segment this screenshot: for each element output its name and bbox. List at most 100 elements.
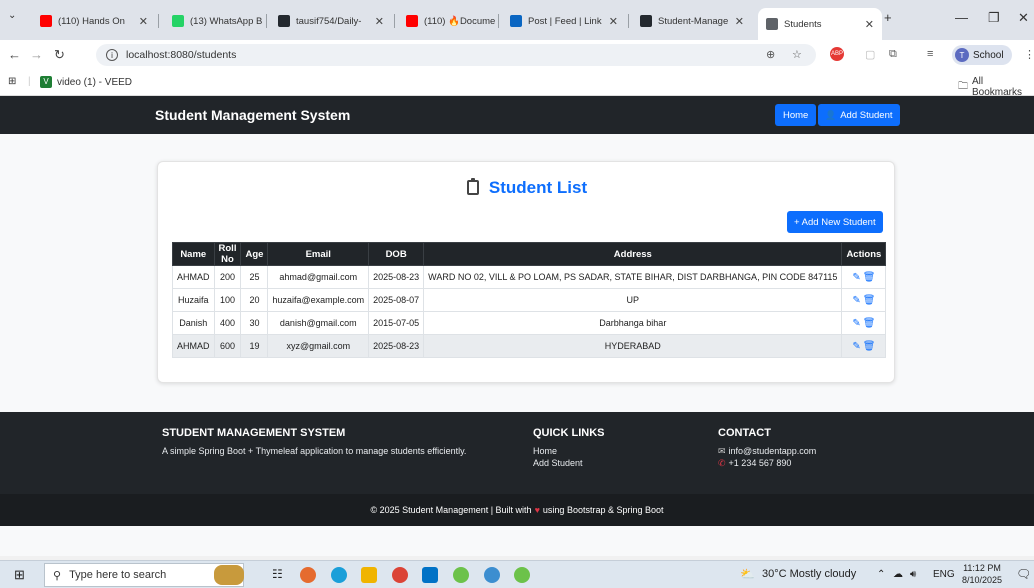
language-indicator[interactable]: ENG	[933, 569, 955, 580]
all-bookmarks[interactable]: 🗀 All Bookmarks	[958, 76, 1034, 98]
github-icon	[640, 15, 652, 27]
tab-close-icon[interactable]: ✕	[369, 15, 384, 28]
footer-link-home[interactable]: Home	[533, 446, 557, 456]
bookmark-star-icon[interactable]: ☆	[792, 48, 802, 61]
edit-icon[interactable]: ✎	[852, 272, 860, 283]
bookmark-veed[interactable]: V video (1) - VEED	[40, 76, 132, 88]
add-student-button[interactable]: 👤 Add Student	[818, 104, 900, 126]
tab-title: Post | Feed | Link	[528, 15, 602, 27]
browser-tab[interactable]: (110) 🔥Docume✕	[398, 8, 496, 34]
adblock-icon[interactable]: ABP	[830, 47, 844, 61]
chrome-profile-icon[interactable]	[484, 567, 500, 583]
linkedin-icon	[510, 15, 522, 27]
tab-separator	[158, 14, 159, 28]
cell-name: AHMAD	[172, 334, 215, 358]
tab-title: (110) 🔥Docume	[424, 15, 496, 27]
tray-chevron-icon[interactable]: ⌃	[877, 569, 885, 580]
reading-list-icon[interactable]: ≡	[927, 48, 933, 60]
weather-text[interactable]: 30°C Mostly cloudy	[762, 568, 856, 580]
lion-widget-icon[interactable]	[214, 565, 244, 585]
cell-name: AHMAD	[172, 265, 215, 289]
tab-title: (13) WhatsApp B	[190, 15, 263, 27]
zoom-icon[interactable]: ⊕	[766, 48, 775, 61]
browser-tab[interactable]: Students ✕	[758, 8, 882, 40]
footer-about-title: STUDENT MANAGEMENT SYSTEM	[162, 427, 346, 439]
url-text: localhost:8080/students	[126, 49, 237, 61]
extension-icon[interactable]: ▢	[865, 48, 875, 61]
back-icon[interactable]: ←	[8, 47, 21, 62]
tab-close-icon[interactable]: ✕	[262, 15, 264, 28]
extensions-puzzle-icon[interactable]: ⧉	[889, 48, 897, 61]
browser-tab[interactable]: tausif754/Daily- ✕	[270, 8, 392, 34]
delete-icon[interactable]: 🗑	[863, 341, 876, 352]
delete-icon[interactable]: 🗑	[863, 318, 876, 329]
user-plus-icon: 👤	[825, 109, 837, 120]
table-row: Danish 400 30 danish@gmail.com 2015-07-05 Dar…	[172, 311, 887, 335]
browser-tab[interactable]: Student-Manage ✕	[632, 8, 752, 34]
url-input[interactable]: i localhost:8080/students	[96, 44, 816, 66]
edit-icon[interactable]: ✎	[852, 341, 860, 352]
home-button[interactable]: Home	[775, 104, 817, 126]
edge-icon[interactable]	[331, 567, 347, 583]
globe-icon	[766, 18, 778, 30]
browser-tab[interactable]: Post | Feed | Link ✕	[502, 8, 626, 34]
site-info-icon[interactable]: i	[106, 49, 118, 61]
footer-links-title: QUICK LINKS	[533, 427, 605, 439]
delete-icon[interactable]: 🗑	[863, 272, 876, 283]
browser-tab[interactable]: (13) WhatsApp B✕	[164, 8, 264, 34]
footer: STUDENT MANAGEMENT SYSTEM A simple Sprin…	[0, 412, 1034, 494]
page-title-text: Student List	[488, 178, 588, 197]
cell-age: 30	[240, 311, 269, 335]
tab-close-icon[interactable]: ✕	[495, 15, 496, 28]
app-icon[interactable]	[300, 567, 316, 583]
tab-search-icon[interactable]: ⌄	[8, 10, 16, 21]
apps-grid-icon[interactable]: ⊞	[8, 76, 16, 87]
top-navbar: Student Management System Home 👤 Add Stu…	[0, 96, 1034, 134]
cell-actions: ✎ 🗑	[841, 265, 887, 289]
cell-address: HYDERABAD	[423, 334, 843, 358]
bookmark-label: video (1) - VEED	[57, 76, 133, 88]
windows-start-icon[interactable]: ⊞	[14, 567, 25, 583]
tab-close-icon[interactable]: ✕	[859, 18, 874, 31]
add-new-student-button[interactable]: + Add New Student	[787, 211, 883, 233]
clock-date[interactable]: 8/10/2025	[962, 575, 1002, 585]
clock-time[interactable]: 11:12 PM	[962, 563, 1002, 573]
chrome-icon[interactable]	[392, 567, 408, 583]
github-icon	[278, 15, 290, 27]
navbar-brand[interactable]: Student Management System	[155, 107, 350, 123]
close-window-icon[interactable]: ✕	[1018, 10, 1029, 26]
springtools-icon[interactable]	[453, 567, 469, 583]
table-header-row: Name Roll No Age Email DOB Address Actions	[172, 242, 887, 266]
new-tab-button[interactable]: +	[884, 10, 892, 25]
delete-icon[interactable]: 🗑	[863, 295, 876, 306]
minimize-icon[interactable]: —	[955, 10, 968, 25]
tab-close-icon[interactable]: ✕	[133, 15, 148, 28]
column-header: Actions	[841, 242, 887, 266]
all-bookmarks-label: All Bookmarks	[972, 76, 1023, 98]
tab-close-icon[interactable]: ✕	[729, 15, 744, 28]
forward-icon[interactable]: →	[30, 47, 43, 62]
network-icon[interactable]: ☁	[893, 569, 903, 580]
task-view-icon[interactable]: ☷	[272, 567, 288, 583]
edit-icon[interactable]: ✎	[852, 295, 860, 306]
column-header: Roll No	[213, 242, 242, 266]
browser-tab[interactable]: (110) Hands On ✕	[32, 8, 156, 34]
weather-icon: ⛅	[740, 567, 755, 581]
outlook-icon[interactable]	[422, 567, 438, 583]
profile-button[interactable]: T School	[952, 45, 1012, 65]
footer-link-add-student[interactable]: Add Student	[533, 458, 583, 468]
menu-kebab-icon[interactable]: ⋮	[1024, 48, 1034, 61]
notification-icon[interactable]: 🗨	[1016, 567, 1031, 581]
tab-close-icon[interactable]: ✕	[603, 15, 618, 28]
column-header: Address	[423, 242, 843, 266]
file-explorer-icon[interactable]	[361, 567, 377, 583]
cell-age: 19	[240, 334, 269, 358]
tab-title: Students	[784, 18, 822, 30]
edit-icon[interactable]: ✎	[852, 318, 860, 329]
volume-icon[interactable]: 🔊︎	[910, 569, 916, 580]
reload-icon[interactable]: ↻	[54, 47, 65, 63]
restore-icon[interactable]: ❐	[988, 10, 1000, 26]
tab-separator	[266, 14, 267, 28]
springtools-2-icon[interactable]	[514, 567, 530, 583]
column-header: Age	[240, 242, 269, 266]
